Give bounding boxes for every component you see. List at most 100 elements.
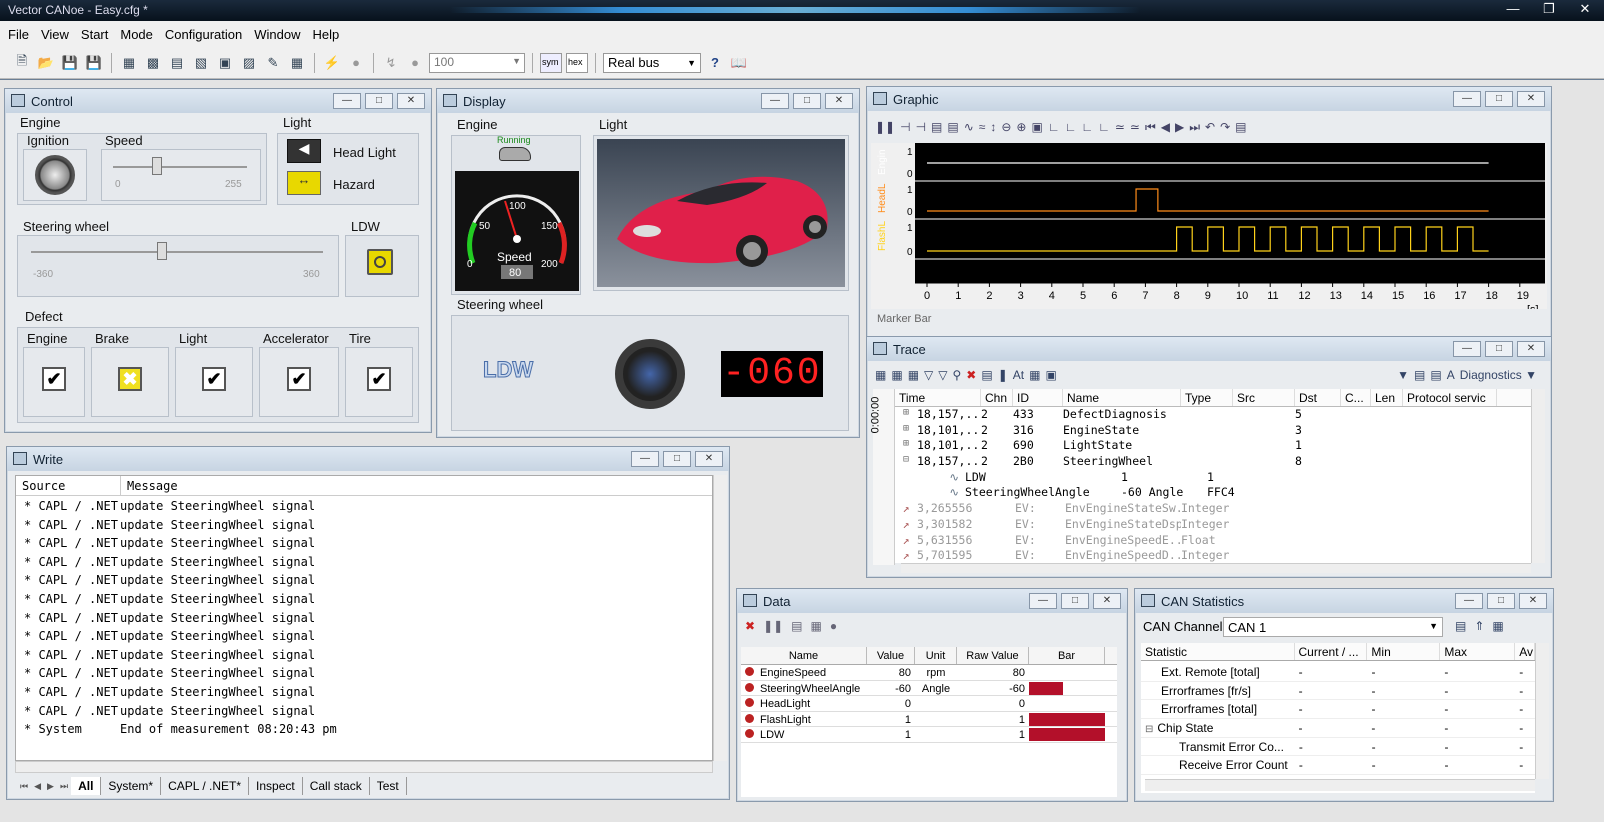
ldw-indicator[interactable] <box>367 249 393 275</box>
graph2-icon[interactable]: ∟ <box>1065 120 1077 134</box>
columns-icon[interactable]: ▤ <box>1414 368 1425 382</box>
canstats-titlebar[interactable]: CAN Statistics — □ ✕ <box>1135 589 1553 613</box>
trace-col[interactable]: Protocol servic <box>1403 389 1497 406</box>
write-tab[interactable]: Call stack <box>303 777 370 795</box>
edit-icon[interactable]: ▤ <box>791 619 802 633</box>
data-col[interactable]: Bar <box>1029 647 1105 664</box>
trace-hscrollbar[interactable] <box>901 563 1531 573</box>
hex-toggle[interactable]: hex <box>566 52 588 73</box>
defect-checkbox-accelerator[interactable]: ✔ <box>287 367 311 391</box>
write-row[interactable]: * CAPL / .NET update SteeringWheel signal <box>16 629 712 648</box>
test-setup-icon[interactable]: ▤ <box>167 53 187 73</box>
menu-configuration[interactable]: Configuration <box>165 27 242 42</box>
up-icon[interactable]: ⇑ <box>1474 619 1484 633</box>
write-titlebar[interactable]: Write — □ ✕ <box>7 447 729 471</box>
write-row[interactable]: * CAPL / .NET update SteeringWheel signal <box>16 611 712 630</box>
panel-designer-icon[interactable]: ▧ <box>191 53 211 73</box>
diagnostics-dropdown[interactable]: Diagnostics ▼ <box>1460 368 1537 382</box>
filter-icon[interactable]: ▦ <box>875 368 886 382</box>
last-tab-icon[interactable]: ⏭ <box>57 781 71 792</box>
maximize-button[interactable]: □ <box>1487 593 1515 609</box>
database-icon[interactable]: ▣ <box>215 53 235 73</box>
minimize-button[interactable]: — <box>333 93 361 109</box>
data-titlebar[interactable]: Data — □ ✕ <box>737 589 1127 613</box>
updown-icon[interactable]: ↕ <box>990 120 996 134</box>
menu-help[interactable]: Help <box>312 27 339 42</box>
graph1-icon[interactable]: ∟ <box>1048 120 1060 134</box>
write-row[interactable]: * CAPL / .NET update SteeringWheel signal <box>16 536 712 555</box>
save-all-icon[interactable]: 💾 <box>84 53 104 73</box>
trace-env-row[interactable]: ↗ 3,301582 EV: EnvEngineStateDsp Integer <box>895 517 1531 533</box>
find-icon[interactable]: ⚲ <box>953 368 962 382</box>
manual-icon[interactable]: 📖 <box>729 53 749 73</box>
write-row[interactable]: * System End of measurement 08:20:43 pm <box>16 722 712 741</box>
data-col[interactable]: Name <box>741 647 867 664</box>
close-button[interactable]: ✕ <box>1517 91 1545 107</box>
write-hscrollbar[interactable] <box>15 761 713 773</box>
funnel2-icon[interactable]: ▽ <box>938 368 947 382</box>
trace-env-row[interactable]: ↗ 5,701595 EV: EnvEngineSpeedD... Integer <box>895 548 1531 564</box>
col-message[interactable]: Message <box>121 476 184 495</box>
trace-col[interactable]: Chn <box>981 389 1013 406</box>
minimize-button[interactable]: — <box>1029 593 1057 609</box>
bus-mode-select[interactable]: Real bus ▼ <box>603 52 701 73</box>
save-icon[interactable]: 💾 <box>60 53 80 73</box>
write-row[interactable]: * CAPL / .NET update SteeringWheel signal <box>16 555 712 574</box>
maximize-button[interactable]: □ <box>1485 341 1513 357</box>
data-col[interactable]: Raw Value <box>957 647 1029 664</box>
menu-start[interactable]: Start <box>81 27 108 42</box>
clear-icon[interactable]: ✖ <box>966 368 976 382</box>
font-icon[interactable]: A <box>1447 368 1455 382</box>
measure-icon[interactable]: ▤ <box>931 120 942 134</box>
write-row[interactable]: * CAPL / .NET update SteeringWheel signal <box>16 704 712 723</box>
trace-row[interactable]: ⊞ 18,101,.. 2 316 EngineState 3 <box>895 423 1531 439</box>
minimize-button[interactable]: — <box>761 93 789 109</box>
control-titlebar[interactable]: Control — □ ✕ <box>5 89 431 113</box>
clear2-icon[interactable]: ▤ <box>981 368 992 382</box>
canstats-col[interactable]: Statistic <box>1141 643 1295 660</box>
canstats-hscrollbar[interactable] <box>1145 779 1535 791</box>
data-row[interactable]: HeadLight 0 0 <box>741 696 1117 712</box>
pause-icon[interactable]: ❚ <box>998 368 1008 382</box>
simulation-setup-icon[interactable]: ▩ <box>143 53 163 73</box>
expand-icon[interactable]: ⊞ <box>895 423 917 439</box>
data-row[interactable]: EngineSpeed 80 rpm 80 <box>741 665 1117 681</box>
new-icon[interactable]: 🗎 <box>12 53 32 73</box>
next-tab-icon[interactable]: ▶ <box>44 781 57 792</box>
data-row[interactable]: LDW 1 1 <box>741 727 1117 743</box>
write-tab[interactable]: Inspect <box>249 777 303 795</box>
canstats-col[interactable]: Current / ... <box>1295 643 1368 660</box>
trace-col[interactable]: Src <box>1233 389 1295 406</box>
filter2-icon[interactable]: ▦ <box>891 368 902 382</box>
data-row[interactable]: FlashLight 1 1 <box>741 712 1117 728</box>
trace-titlebar[interactable]: Trace — □ ✕ <box>867 337 1551 361</box>
trace-row[interactable]: ⊞ 18,157,.. 2 433 DefectDiagnosis 5 <box>895 407 1531 423</box>
open-icon[interactable]: ▤ <box>1455 619 1466 633</box>
redo-icon[interactable]: ↷ <box>1220 120 1230 134</box>
signal-plot[interactable]: Engin 10HeadL 10FlashL 100 1 2 3 4 5 6 7 8 9 10 11 12 13… <box>871 143 1547 309</box>
menu-window[interactable]: Window <box>254 27 300 42</box>
write-row[interactable]: * CAPL / .NET update SteeringWheel signal <box>16 518 712 537</box>
steering-slider-thumb[interactable] <box>157 242 168 260</box>
write-tab[interactable]: System* <box>101 777 162 795</box>
write-tab[interactable]: CAPL / .NET* <box>161 777 250 795</box>
canstats-row[interactable]: Errorframes [total] - - - - <box>1141 700 1535 720</box>
signal-icon[interactable]: ∿ <box>964 120 974 134</box>
minimize-button[interactable]: — <box>1498 0 1528 18</box>
panel-icon[interactable]: ▦ <box>287 53 307 73</box>
layout-icon[interactable]: ▤ <box>1235 120 1246 134</box>
pause-icon[interactable]: ❚❚ <box>763 619 783 633</box>
trace-signal-row[interactable]: ∿ LDW 1 1 <box>895 470 1531 486</box>
close-button[interactable]: ✕ <box>1519 593 1547 609</box>
settings-icon[interactable]: ▦ <box>1492 619 1503 633</box>
expand-icon[interactable]: ⊞ <box>895 407 917 423</box>
first-icon[interactable]: ⏮ <box>1145 120 1156 135</box>
trace-col[interactable]: Len <box>1371 389 1403 406</box>
graphic-titlebar[interactable]: Graphic — □ ✕ <box>867 87 1551 111</box>
restore-button[interactable]: ❐ <box>1534 0 1564 18</box>
cursor-icon[interactable]: ≃ <box>1115 120 1125 134</box>
write-row[interactable]: * CAPL / .NET update SteeringWheel signal <box>16 592 712 611</box>
write-tab[interactable]: Test <box>370 777 407 795</box>
data-row[interactable]: SteeringWheelAngle -60 Angle -60 <box>741 681 1117 697</box>
zoom-in-icon[interactable]: ⊕ <box>1016 120 1026 134</box>
